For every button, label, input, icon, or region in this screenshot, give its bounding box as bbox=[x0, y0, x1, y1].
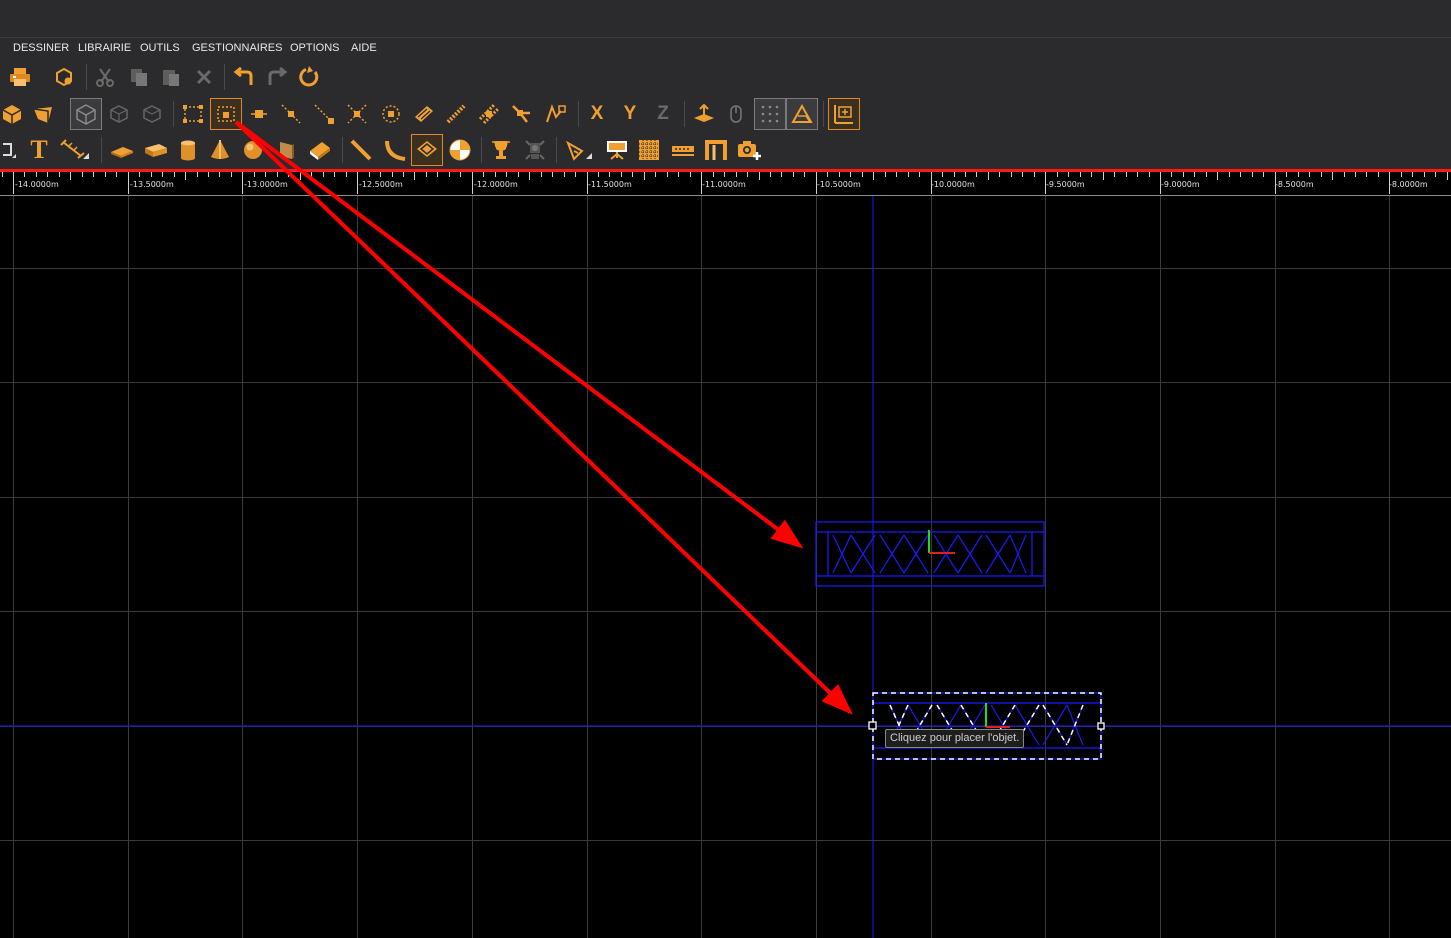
menu-librairie[interactable]: LIBRAIRIE bbox=[78, 42, 131, 54]
bar-icon[interactable] bbox=[669, 137, 697, 163]
axis-z-icon[interactable]: Z bbox=[650, 101, 676, 127]
toolbar-separator bbox=[481, 137, 482, 163]
mouse-icon[interactable] bbox=[724, 101, 748, 127]
toolbar-separator bbox=[224, 64, 225, 90]
select-box-icon[interactable] bbox=[179, 101, 207, 127]
ruler-label: -11.0000m bbox=[702, 180, 746, 189]
ruler-label: -9.5000m bbox=[1046, 180, 1085, 189]
ruler-label: -8.5000m bbox=[1275, 180, 1314, 189]
camera-add-icon[interactable] bbox=[735, 137, 763, 163]
grid-snap-icon[interactable] bbox=[754, 98, 786, 130]
redo-icon[interactable] bbox=[264, 64, 290, 90]
dimension-icon[interactable] bbox=[828, 98, 860, 130]
cone-icon[interactable] bbox=[207, 137, 233, 163]
beam-icon[interactable] bbox=[141, 137, 171, 163]
screen-icon[interactable] bbox=[603, 137, 631, 163]
ruler-label: -9.0000m bbox=[1161, 180, 1200, 189]
wedge-icon[interactable] bbox=[30, 101, 56, 127]
view-cube-icon[interactable] bbox=[70, 98, 102, 130]
ruler-label: -10.5000m bbox=[817, 180, 861, 189]
light-icon[interactable] bbox=[521, 137, 549, 163]
sphere-icon[interactable] bbox=[240, 137, 266, 163]
camera-view-icon[interactable] bbox=[562, 137, 596, 163]
ruler-label: -12.0000m bbox=[474, 180, 518, 189]
ruler-label: -13.5000m bbox=[130, 180, 174, 189]
cylinder-icon[interactable] bbox=[175, 137, 201, 163]
horizontal-ruler[interactable]: -14.0000m -13.5000m -13.0000m -12.5000m … bbox=[0, 172, 1451, 196]
target-icon[interactable] bbox=[446, 137, 474, 163]
view-iso-icon[interactable] bbox=[106, 101, 132, 127]
3d-settings-icon[interactable] bbox=[50, 64, 78, 90]
ruler-label: -8.0000m bbox=[1389, 180, 1428, 189]
snap-end-icon[interactable] bbox=[311, 101, 337, 127]
pattern-icon[interactable] bbox=[636, 137, 662, 163]
snap-multi-icon[interactable] bbox=[475, 101, 503, 127]
window-title-bar bbox=[0, 0, 1451, 37]
ruler-icon[interactable] bbox=[347, 137, 375, 163]
snap-center-icon[interactable] bbox=[378, 101, 404, 127]
menu-aide[interactable]: AIDE bbox=[351, 42, 377, 54]
truss-icon[interactable] bbox=[411, 134, 443, 166]
toolbar-separator bbox=[556, 137, 557, 163]
undo-icon[interactable] bbox=[231, 64, 257, 90]
panel-icon[interactable] bbox=[273, 137, 299, 163]
cube-icon[interactable] bbox=[0, 101, 24, 127]
ruler-label: -13.0000m bbox=[244, 180, 288, 189]
menu-gestionnaires[interactable]: GESTIONNAIRES bbox=[192, 42, 282, 54]
menu-outils[interactable]: OUTILS bbox=[140, 42, 180, 54]
canvas-grid bbox=[0, 196, 1451, 938]
snap-object-icon[interactable] bbox=[410, 101, 438, 127]
snap-angle-icon[interactable] bbox=[508, 101, 536, 127]
toolbar-separator bbox=[684, 101, 685, 127]
delete-icon[interactable] bbox=[191, 64, 217, 90]
toolbar-separator bbox=[173, 101, 174, 127]
placement-tooltip: Cliquez pour placer l'objet. bbox=[885, 729, 1025, 748]
menu-dessiner[interactable]: DESSINER bbox=[13, 42, 69, 54]
measure-tool-icon[interactable] bbox=[58, 137, 92, 163]
book-icon[interactable] bbox=[305, 137, 335, 163]
elevation-icon[interactable] bbox=[690, 101, 718, 127]
ruler-label: -12.5000m bbox=[359, 180, 403, 189]
paste-icon[interactable] bbox=[158, 64, 184, 90]
plane-snap-icon[interactable] bbox=[786, 98, 818, 130]
ruler-label: -10.0000m bbox=[931, 180, 975, 189]
insertion-point-handle[interactable] bbox=[868, 721, 877, 730]
rect-tool-icon[interactable] bbox=[0, 137, 20, 163]
menu-bar: DESSINER LIBRAIRIE OUTILS GESTIONNAIRES … bbox=[0, 37, 1451, 61]
refresh-icon[interactable] bbox=[296, 64, 322, 90]
trophy-icon[interactable] bbox=[487, 137, 515, 163]
copy-icon[interactable] bbox=[126, 64, 152, 90]
curve-icon[interactable] bbox=[381, 137, 409, 163]
plate-icon[interactable] bbox=[107, 137, 137, 163]
menu-options[interactable]: OPTIONS bbox=[290, 42, 340, 54]
print-icon[interactable] bbox=[6, 64, 34, 90]
drawing-canvas[interactable] bbox=[0, 196, 1451, 938]
snap-cross-icon[interactable] bbox=[344, 101, 370, 127]
axis-x-icon[interactable]: X bbox=[584, 101, 610, 127]
toolbar-area: X Y Z T bbox=[0, 60, 1451, 169]
axis-y-icon[interactable]: Y bbox=[617, 101, 643, 127]
portal-icon[interactable] bbox=[702, 137, 730, 163]
toolbar-separator bbox=[578, 101, 579, 127]
end-point-handle[interactable] bbox=[1097, 722, 1105, 730]
text-tool-icon[interactable]: T bbox=[26, 135, 52, 164]
select-point-icon[interactable] bbox=[210, 98, 242, 130]
snap-line-icon[interactable] bbox=[278, 101, 304, 127]
cut-icon[interactable] bbox=[92, 64, 118, 90]
toolbar-separator bbox=[823, 101, 824, 127]
snap-node-icon[interactable] bbox=[542, 101, 570, 127]
view-wire-icon[interactable] bbox=[139, 101, 165, 127]
toolbar-separator bbox=[101, 137, 102, 163]
snap-point-icon[interactable] bbox=[247, 101, 271, 127]
ruler-label: -14.0000m bbox=[15, 180, 59, 189]
snap-tangent-icon[interactable] bbox=[443, 101, 469, 127]
ruler-label: -11.5000m bbox=[588, 180, 632, 189]
toolbar-separator bbox=[86, 64, 87, 90]
toolbar-separator bbox=[342, 137, 343, 163]
